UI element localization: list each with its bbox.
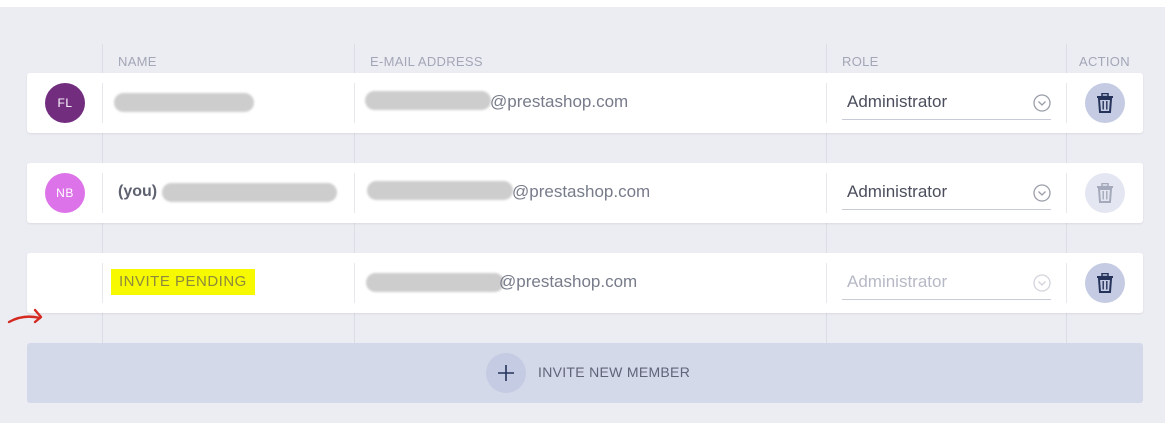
delete-member-button[interactable]: [1085, 83, 1125, 123]
role-select-disabled: Administrator: [842, 265, 1051, 300]
redacted-name: [162, 183, 337, 202]
red-arrow-annotation: [7, 308, 43, 324]
invite-plus-button[interactable]: [486, 353, 526, 393]
cell-divider: [826, 83, 827, 123]
cell-divider: [102, 173, 103, 213]
redacted-name: [114, 93, 254, 112]
cell-divider: [102, 263, 103, 303]
role-select[interactable]: Administrator: [842, 85, 1051, 120]
member-email: @prestashop.com: [490, 92, 629, 111]
role-value: Administrator: [847, 182, 948, 201]
you-label: (you): [118, 183, 158, 200]
cancel-invite-button[interactable]: [1085, 263, 1125, 303]
redacted-email: [366, 273, 504, 292]
cell-divider: [1066, 263, 1067, 303]
member-row: FL @prestashop.com Administrator: [27, 73, 1143, 133]
cell-divider: [354, 83, 355, 123]
trash-icon: [1097, 183, 1113, 203]
redacted-email: [365, 91, 491, 110]
chevron-down-circle-icon: [1033, 184, 1051, 202]
plus-icon: [498, 365, 514, 381]
role-value: Administrator: [847, 272, 948, 291]
cell-divider: [1066, 83, 1067, 123]
cell-divider: [826, 173, 827, 213]
cell-divider: [1066, 173, 1067, 213]
member-row-pending: INVITE PENDING @prestashop.com Administr…: [27, 253, 1143, 313]
trash-icon: [1097, 273, 1113, 293]
redacted-email: [367, 181, 513, 200]
trash-icon: [1097, 93, 1113, 113]
header-email: E-MAIL ADDRESS: [370, 54, 483, 69]
invite-label: INVITE NEW MEMBER: [538, 364, 691, 380]
role-select[interactable]: Administrator: [842, 175, 1051, 210]
delete-member-button-disabled: [1085, 173, 1125, 213]
member-email: @prestashop.com: [499, 272, 638, 291]
member-row: NB (you) @prestashop.com Administrator: [27, 163, 1143, 223]
cell-divider: [826, 263, 827, 303]
cell-divider: [354, 173, 355, 213]
team-members-panel: NAME E-MAIL ADDRESS ROLE ACTION FL @pres…: [0, 7, 1165, 423]
role-value: Administrator: [847, 92, 948, 111]
invite-pending-badge: INVITE PENDING: [111, 269, 255, 295]
header-role: ROLE: [842, 54, 879, 69]
avatar: NB: [45, 173, 85, 213]
chevron-down-circle-icon: [1033, 274, 1051, 292]
invite-new-member-button[interactable]: INVITE NEW MEMBER: [27, 343, 1143, 403]
cell-divider: [354, 263, 355, 303]
chevron-down-circle-icon: [1033, 94, 1051, 112]
header-name: NAME: [118, 54, 157, 69]
header-action: ACTION: [1079, 54, 1130, 69]
cell-divider: [102, 83, 103, 123]
avatar: FL: [45, 83, 85, 123]
member-email: @prestashop.com: [512, 182, 651, 201]
